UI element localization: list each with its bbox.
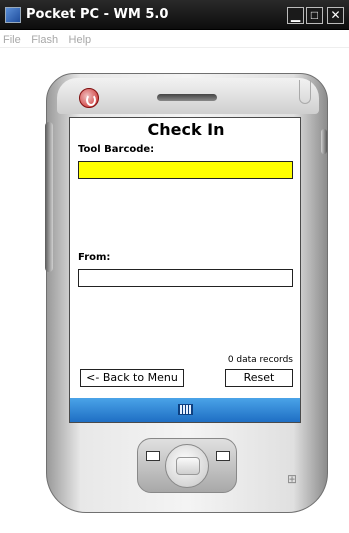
minimize-button[interactable]: ▁ bbox=[287, 7, 304, 24]
side-grip-left bbox=[45, 122, 53, 272]
maximize-button[interactable]: □ bbox=[306, 7, 323, 24]
dpad-center-button[interactable] bbox=[176, 457, 200, 475]
reset-button[interactable]: Reset bbox=[225, 369, 293, 387]
page-title: Check In bbox=[147, 120, 225, 139]
records-count: 0 data records bbox=[227, 355, 293, 365]
stylus-notch bbox=[299, 80, 311, 104]
power-icon[interactable] bbox=[79, 88, 99, 108]
from-input[interactable] bbox=[78, 269, 293, 287]
back-to-menu-button[interactable]: <- Back to Menu bbox=[80, 369, 184, 387]
pocket-pc-device: Check In Tool Barcode: From: 0 data reco… bbox=[45, 73, 328, 513]
device-top-panel bbox=[57, 78, 319, 114]
device-screen: Check In Tool Barcode: From: 0 data reco… bbox=[69, 117, 301, 423]
app-icon bbox=[5, 7, 21, 23]
right-softkey-icon[interactable] bbox=[216, 451, 230, 461]
window-title: Pocket PC - WM 5.0 bbox=[26, 7, 169, 22]
left-softkey-icon[interactable] bbox=[146, 451, 160, 461]
tool-barcode-input[interactable] bbox=[78, 161, 293, 179]
close-button[interactable]: ✕ bbox=[327, 7, 344, 24]
side-button-right[interactable] bbox=[321, 129, 327, 154]
from-label: From: bbox=[78, 252, 111, 263]
window-titlebar[interactable]: Pocket PC - WM 5.0 ▁ □ ✕ bbox=[0, 0, 349, 30]
menu-item-file[interactable]: File bbox=[0, 31, 24, 46]
hardware-buttons-panel: ⊞ bbox=[69, 430, 301, 500]
input-panel-bar bbox=[70, 398, 300, 422]
speaker-grille bbox=[157, 94, 217, 101]
menu-item-help[interactable]: Help bbox=[66, 31, 95, 46]
menu-bar: File Flash Help bbox=[0, 30, 349, 48]
menu-item-flash[interactable]: Flash bbox=[28, 31, 61, 46]
keyboard-icon[interactable] bbox=[178, 404, 193, 415]
dpad[interactable] bbox=[165, 444, 209, 488]
dpad-surround bbox=[137, 438, 237, 493]
tool-barcode-label: Tool Barcode: bbox=[78, 144, 155, 155]
windows-logo-icon: ⊞ bbox=[287, 472, 298, 486]
